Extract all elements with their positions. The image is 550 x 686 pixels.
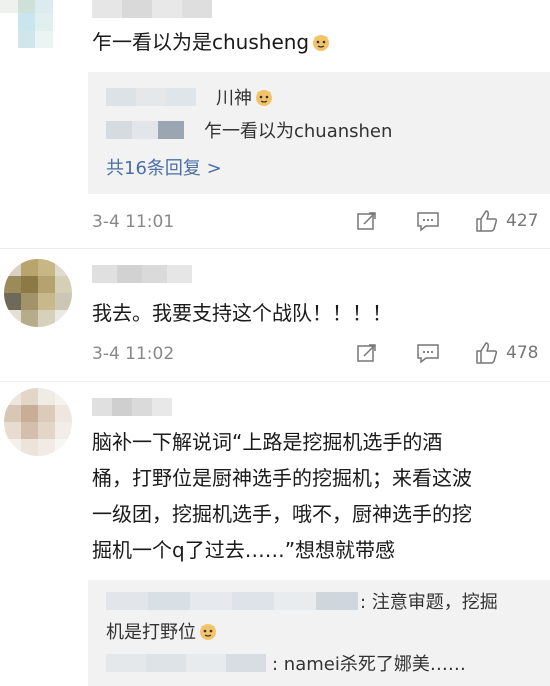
comment-button[interactable]: [416, 210, 440, 232]
reply-username-blurred[interactable]: [106, 88, 196, 106]
like-button[interactable]: 427: [474, 208, 538, 234]
username-blurred[interactable]: [92, 0, 212, 18]
comment-icon: [417, 212, 439, 232]
share-button[interactable]: [356, 342, 378, 364]
reply-item[interactable]: 川神: [106, 82, 274, 112]
comment-item: 乍一看以为是chusheng 川神 乍一看以为chuanshen 共16条回复 …: [0, 0, 550, 248]
comment-item: 我去。我要支持这个战队！！！！ 3-4 11:02 478: [0, 249, 550, 381]
emoji-face-icon: [200, 624, 216, 640]
comment-button[interactable]: [416, 342, 440, 364]
reply-item[interactable]: : 注意审题，挖掘: [106, 586, 498, 616]
emoji-face-icon: [313, 35, 330, 51]
like-count: 478: [506, 343, 539, 363]
share-icon: [357, 212, 376, 230]
reply-box: 川神 乍一看以为chuanshen 共16条回复 >: [88, 72, 550, 194]
reply-username-blurred[interactable]: [106, 592, 358, 610]
avatar[interactable]: [0, 0, 70, 48]
comment-text: 乍一看以为是chusheng: [92, 24, 331, 60]
avatar[interactable]: [4, 388, 72, 456]
reply-item-continued: 机是打野位: [106, 616, 218, 646]
like-icon: [476, 210, 498, 232]
reply-box: : 注意审题，挖掘 机是打野位 : namei杀死了娜美……: [88, 580, 550, 686]
avatar[interactable]: [4, 259, 72, 327]
comment-item: 脑补一下解说词“上路是挖掘机选手的酒 桶，打野位是厨神选手的挖掘机；来看这波 一…: [0, 382, 550, 686]
reply-item[interactable]: 乍一看以为chuanshen: [106, 115, 392, 145]
share-icon: [357, 344, 376, 362]
reply-username-blurred[interactable]: [106, 654, 266, 672]
like-button[interactable]: 478: [474, 340, 538, 366]
like-icon: [476, 342, 498, 364]
timestamp: 3-4 11:01: [92, 212, 175, 232]
timestamp: 3-4 11:02: [92, 344, 175, 364]
username-blurred[interactable]: [92, 398, 172, 416]
comment-icon: [417, 344, 439, 364]
more-replies-link[interactable]: 共16条回复 >: [106, 154, 222, 180]
reply-item[interactable]: : namei杀死了娜美……: [106, 648, 466, 678]
share-button[interactable]: [356, 210, 378, 232]
comment-text: 我去。我要支持这个战队！！！！: [92, 301, 392, 325]
like-count: 427: [506, 211, 539, 231]
reply-username-blurred[interactable]: [106, 121, 184, 139]
username-blurred[interactable]: [92, 265, 192, 283]
comment-text: 脑补一下解说词“上路是挖掘机选手的酒 桶，打野位是厨神选手的挖掘机；来看这波 一…: [92, 430, 472, 562]
emoji-face-icon: [256, 90, 272, 106]
